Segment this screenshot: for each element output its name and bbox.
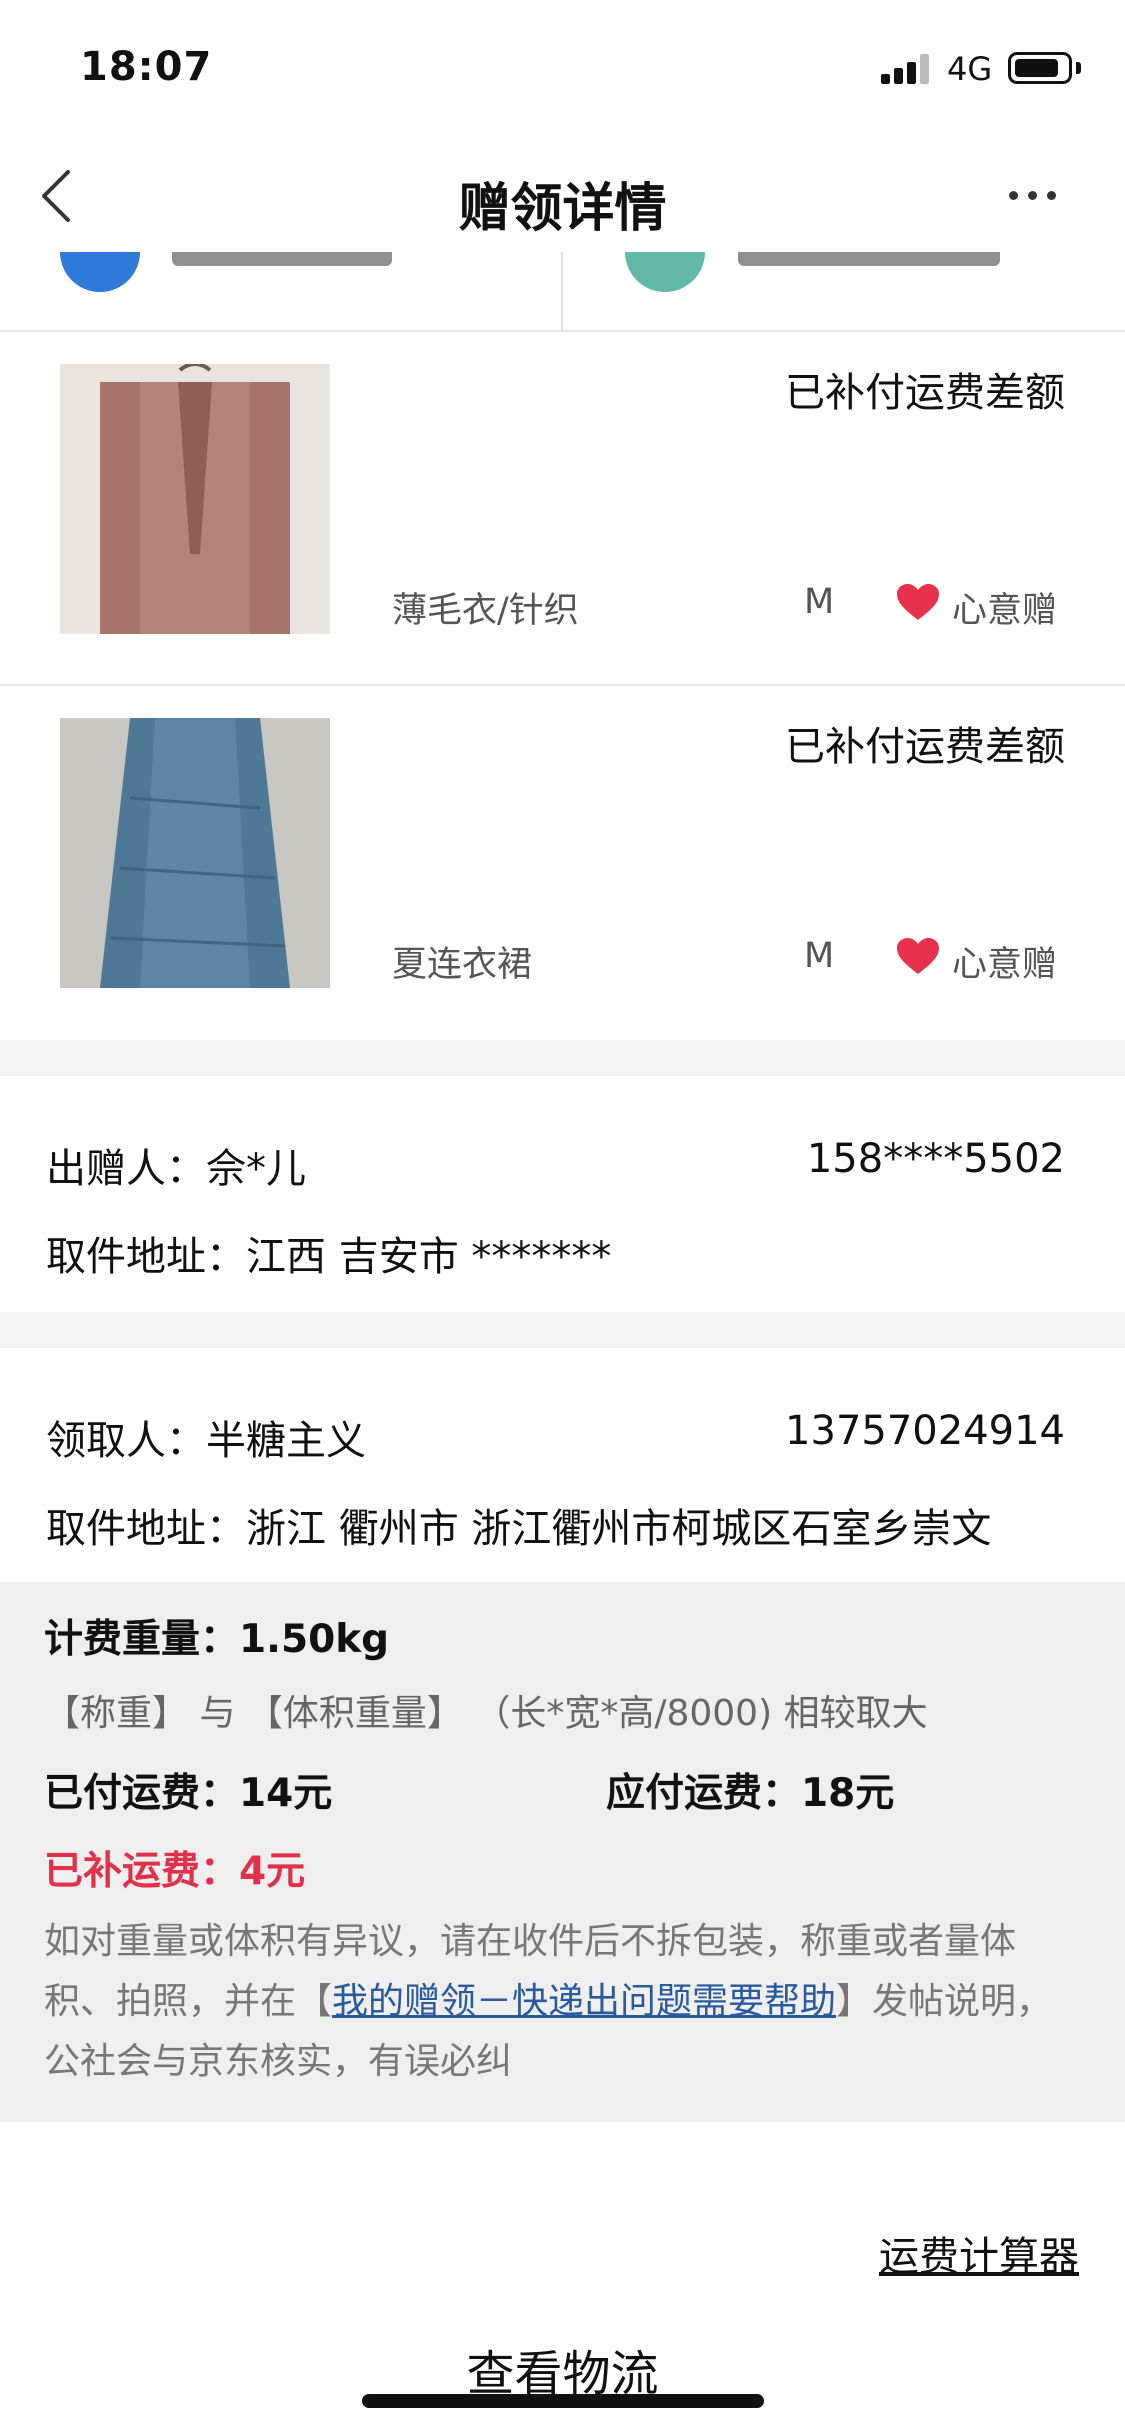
list-item[interactable]: 已补付运费差额 夏连衣裙 M 心意赠 xyxy=(0,686,1125,1040)
giver-label: 出赠人： xyxy=(46,1146,206,1192)
signal-icon xyxy=(881,54,931,84)
heart-icon xyxy=(897,938,939,974)
list-item[interactable]: 已补付运费差额 薄毛衣/针织 M 心意赠 xyxy=(0,332,1125,686)
cut-text-right xyxy=(738,252,1000,266)
divider xyxy=(561,252,563,330)
due-label: 应付运费： xyxy=(606,1771,802,1816)
cut-text-left xyxy=(172,252,392,266)
item-size: M xyxy=(804,582,835,622)
help-link[interactable]: 我的赠领－快递出问题需要帮助 xyxy=(332,1981,836,2022)
nav-bar: 赠领详情 xyxy=(0,140,1125,252)
receiver-avatar xyxy=(625,252,705,292)
shipping-info: 计费重量：1.50kg 【称重】 与 【体积重量】 （长*宽*高/8000) 相… xyxy=(0,1582,1125,2122)
section-gap xyxy=(0,1312,1125,1348)
item-status: 已补付运费差额 xyxy=(785,724,1065,770)
receiver-section: 领取人：半糖主义 13757024914 取件地址：浙江 衢州市 浙江衢州市柯城… xyxy=(0,1348,1125,1582)
receiver-label: 领取人： xyxy=(46,1418,206,1464)
status-time: 18:07 xyxy=(80,44,213,90)
giver-avatar xyxy=(60,252,140,292)
battery-level xyxy=(1015,59,1058,77)
giver-name: 佘*儿 xyxy=(206,1146,306,1192)
dispute-note: 如对重量或体积有异议，请在收件后不拆包装，称重或者量体积、拍照，并在【我的赠领－… xyxy=(44,1912,1084,2092)
item-thumbnail xyxy=(60,364,330,634)
weight-label: 计费重量： xyxy=(44,1617,240,1662)
receiver-row: 领取人：半糖主义 xyxy=(46,1408,366,1466)
extra-shipping: 已补运费：4元 xyxy=(44,1840,305,1896)
giver-receiver-header xyxy=(0,252,1125,332)
heart-icon xyxy=(897,584,939,620)
home-indicator xyxy=(362,2394,764,2408)
item-name: 夏连衣裙 xyxy=(392,945,533,985)
battery-icon xyxy=(1008,52,1072,84)
giver-address-row: 取件地址：江西 吉安市 ******* xyxy=(46,1224,611,1282)
paid-value: 14元 xyxy=(239,1771,333,1816)
item-name: 薄毛衣/针织 xyxy=(392,591,579,631)
paid-shipping: 已付运费：14元 xyxy=(44,1762,332,1818)
due-value: 18元 xyxy=(801,1771,895,1816)
weight-note: 【称重】 与 【体积重量】 （长*宽*高/8000) 相较取大 xyxy=(44,1693,928,1734)
receiver-address-row: 取件地址：浙江 衢州市 浙江衢州市柯城区石室乡崇文 xyxy=(46,1496,991,1554)
status-bar: 18:07 4G xyxy=(0,0,1125,140)
due-shipping: 应付运费：18元 xyxy=(606,1762,894,1818)
shipping-calculator-link[interactable]: 运费计算器 xyxy=(879,2224,1079,2282)
receiver-phone[interactable]: 13757024914 xyxy=(785,1408,1065,1454)
billing-weight: 计费重量：1.50kg xyxy=(44,1608,389,1664)
page-title: 赠领详情 xyxy=(458,179,667,239)
giver-address: 江西 吉安市 ******* xyxy=(246,1234,612,1280)
address-label: 取件地址： xyxy=(46,1234,246,1280)
extra-label: 已补运费： xyxy=(44,1849,240,1894)
paid-label: 已付运费： xyxy=(44,1771,240,1816)
extra-value: 4元 xyxy=(239,1849,306,1894)
section-gap xyxy=(0,1040,1125,1076)
item-tag: 心意赠 xyxy=(952,945,1058,985)
giver-phone[interactable]: 158****5502 xyxy=(807,1136,1065,1182)
item-size: M xyxy=(804,936,835,976)
weight-value: 1.50kg xyxy=(239,1617,390,1662)
network-label: 4G xyxy=(947,50,993,88)
ellipsis-icon[interactable] xyxy=(1003,188,1063,204)
item-tag: 心意赠 xyxy=(952,591,1058,631)
battery-cap xyxy=(1076,62,1081,74)
address-label: 取件地址： xyxy=(46,1506,246,1552)
receiver-name: 半糖主义 xyxy=(206,1418,366,1464)
receiver-address: 浙江 衢州市 浙江衢州市柯城区石室乡崇文 xyxy=(246,1506,992,1552)
item-status: 已补付运费差额 xyxy=(785,370,1065,416)
item-thumbnail xyxy=(60,718,330,988)
giver-row: 出赠人：佘*儿 xyxy=(46,1136,306,1194)
giver-section: 出赠人：佘*儿 158****5502 取件地址：江西 吉安市 ******* xyxy=(0,1076,1125,1312)
